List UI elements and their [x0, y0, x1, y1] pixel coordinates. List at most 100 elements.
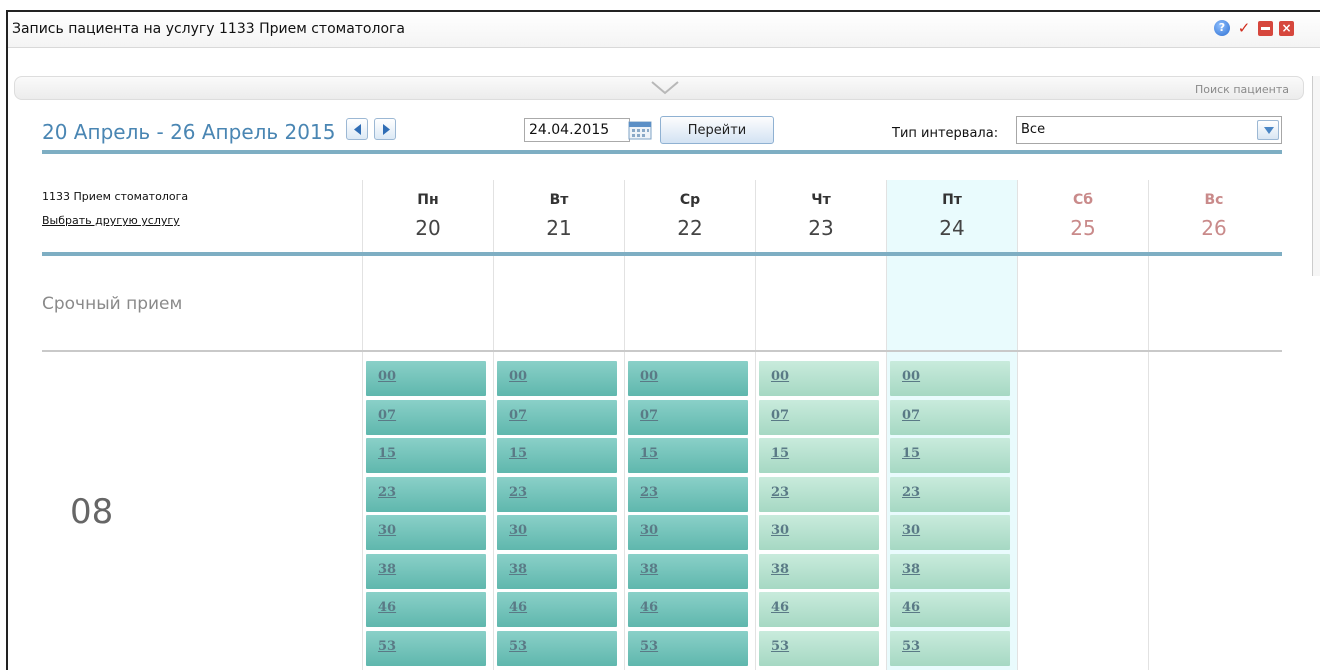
- date-input[interactable]: [524, 118, 630, 142]
- time-slot-minutes[interactable]: 46: [378, 600, 396, 615]
- time-slot[interactable]: 00: [497, 361, 617, 396]
- time-slot[interactable]: 07: [759, 399, 879, 435]
- help-icon[interactable]: ?: [1214, 20, 1230, 36]
- time-slot-minutes[interactable]: 00: [509, 369, 527, 384]
- time-slot-minutes[interactable]: 15: [640, 446, 658, 461]
- time-slot-minutes[interactable]: 07: [640, 408, 658, 423]
- calendar-icon[interactable]: [626, 118, 654, 142]
- time-slot-minutes[interactable]: 00: [902, 369, 920, 384]
- time-slot-minutes[interactable]: 53: [902, 639, 920, 654]
- time-slot-minutes[interactable]: 53: [640, 639, 658, 654]
- time-slot-minutes[interactable]: 23: [509, 485, 527, 500]
- time-slot-minutes[interactable]: 38: [640, 562, 658, 577]
- time-slot[interactable]: 46: [497, 592, 617, 627]
- time-slot-minutes[interactable]: 46: [509, 600, 527, 615]
- time-slot[interactable]: 46: [890, 592, 1010, 627]
- time-slot[interactable]: 15: [628, 438, 748, 473]
- vertical-scrollbar[interactable]: [1312, 76, 1320, 276]
- time-slot[interactable]: 53: [366, 630, 486, 666]
- time-slot-minutes[interactable]: 30: [509, 523, 527, 538]
- time-slot[interactable]: 46: [628, 592, 748, 627]
- time-slot[interactable]: 38: [890, 553, 1010, 589]
- time-slot[interactable]: 23: [890, 476, 1010, 512]
- goto-button[interactable]: Перейти: [660, 116, 774, 144]
- time-slot[interactable]: 30: [497, 515, 617, 550]
- choose-other-service-link[interactable]: Выбрать другую услугу: [42, 214, 180, 227]
- time-slot[interactable]: 46: [759, 592, 879, 627]
- time-slot-minutes[interactable]: 46: [640, 600, 658, 615]
- day-number: 23: [808, 216, 834, 240]
- chevron-down-icon[interactable]: [650, 80, 680, 96]
- time-slot-minutes[interactable]: 00: [640, 369, 658, 384]
- time-slot[interactable]: 53: [628, 630, 748, 666]
- time-slot[interactable]: 38: [628, 553, 748, 589]
- day-number: 26: [1201, 216, 1227, 240]
- time-slot-minutes[interactable]: 23: [378, 485, 396, 500]
- time-slot-minutes[interactable]: 15: [509, 446, 527, 461]
- minimize-icon[interactable]: [1258, 20, 1273, 36]
- time-slot-minutes[interactable]: 00: [378, 369, 396, 384]
- time-slot-minutes[interactable]: 15: [771, 446, 789, 461]
- time-slot-minutes[interactable]: 38: [509, 562, 527, 577]
- time-slot[interactable]: 00: [628, 361, 748, 396]
- day-name: Пн: [417, 192, 439, 208]
- time-slot[interactable]: 53: [890, 630, 1010, 666]
- time-slot-minutes[interactable]: 38: [378, 562, 396, 577]
- time-slot-minutes[interactable]: 30: [378, 523, 396, 538]
- check-icon[interactable]: ✓: [1236, 20, 1252, 36]
- time-slot-minutes[interactable]: 53: [509, 639, 527, 654]
- time-slot-minutes[interactable]: 23: [771, 485, 789, 500]
- time-slot[interactable]: 15: [759, 438, 879, 473]
- time-slot[interactable]: 00: [366, 361, 486, 396]
- time-slot[interactable]: 30: [890, 515, 1010, 550]
- time-slot[interactable]: 00: [890, 361, 1010, 396]
- time-slot[interactable]: 23: [628, 476, 748, 512]
- time-slot[interactable]: 15: [366, 438, 486, 473]
- next-week-button[interactable]: [374, 118, 396, 140]
- time-slot[interactable]: 00: [759, 361, 879, 396]
- time-slot-minutes[interactable]: 30: [640, 523, 658, 538]
- time-slot-minutes[interactable]: 53: [378, 639, 396, 654]
- time-slot[interactable]: 30: [366, 515, 486, 550]
- time-slot-minutes[interactable]: 23: [902, 485, 920, 500]
- time-slot-minutes[interactable]: 46: [771, 600, 789, 615]
- time-slot[interactable]: 07: [628, 399, 748, 435]
- patient-search-panel-toggle[interactable]: Поиск пациента: [14, 76, 1304, 100]
- time-slot-minutes[interactable]: 46: [902, 600, 920, 615]
- time-slot-minutes[interactable]: 07: [509, 408, 527, 423]
- interval-type-select[interactable]: Все: [1016, 116, 1282, 144]
- time-slot-minutes[interactable]: 38: [771, 562, 789, 577]
- time-slot[interactable]: 07: [497, 399, 617, 435]
- time-slot-minutes[interactable]: 38: [902, 562, 920, 577]
- time-slot[interactable]: 53: [759, 630, 879, 666]
- time-slot[interactable]: 23: [366, 476, 486, 512]
- time-slot[interactable]: 30: [628, 515, 748, 550]
- time-slot[interactable]: 53: [497, 630, 617, 666]
- time-slot[interactable]: 23: [497, 476, 617, 512]
- time-slot[interactable]: 38: [759, 553, 879, 589]
- time-slot-minutes[interactable]: 07: [378, 408, 396, 423]
- time-slot[interactable]: 38: [366, 553, 486, 589]
- time-slot[interactable]: 07: [366, 399, 486, 435]
- urgent-divider: [42, 350, 1282, 352]
- time-slot-minutes[interactable]: 07: [902, 408, 920, 423]
- time-slot-minutes[interactable]: 53: [771, 639, 789, 654]
- time-slot-minutes[interactable]: 00: [771, 369, 789, 384]
- time-slot[interactable]: 38: [497, 553, 617, 589]
- time-slot[interactable]: 15: [890, 438, 1010, 473]
- prev-week-button[interactable]: [346, 118, 368, 140]
- time-slot[interactable]: 07: [890, 399, 1010, 435]
- time-slot-minutes[interactable]: 07: [771, 408, 789, 423]
- patient-search-link[interactable]: Поиск пациента: [1195, 83, 1289, 96]
- dropdown-arrow-button[interactable]: [1257, 120, 1279, 140]
- time-slot-minutes[interactable]: 15: [902, 446, 920, 461]
- time-slot[interactable]: 23: [759, 476, 879, 512]
- time-slot-minutes[interactable]: 30: [902, 523, 920, 538]
- time-slot-minutes[interactable]: 23: [640, 485, 658, 500]
- time-slot-minutes[interactable]: 30: [771, 523, 789, 538]
- time-slot-minutes[interactable]: 15: [378, 446, 396, 461]
- time-slot[interactable]: 15: [497, 438, 617, 473]
- time-slot[interactable]: 30: [759, 515, 879, 550]
- time-slot[interactable]: 46: [366, 592, 486, 627]
- close-icon[interactable]: ×: [1279, 20, 1294, 36]
